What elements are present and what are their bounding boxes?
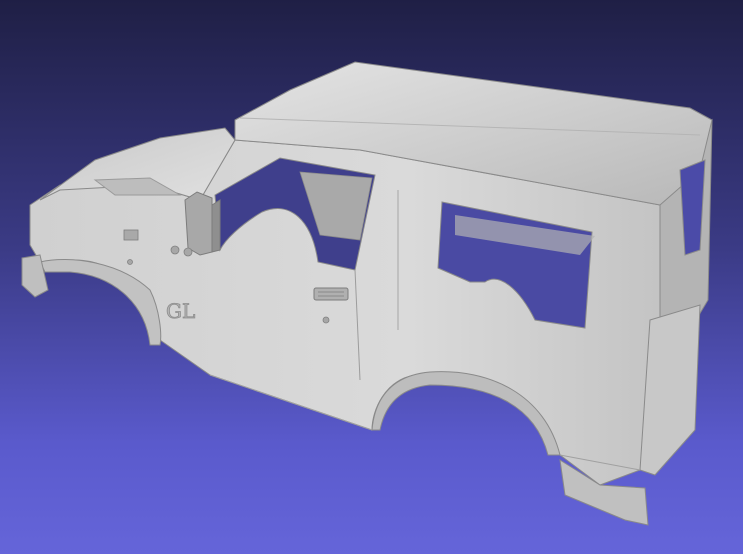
car-body-mesh[interactable]: GL <box>0 0 743 554</box>
door-handle <box>313 287 349 301</box>
3d-viewport[interactable]: GL <box>0 0 743 554</box>
model-badge: GL <box>166 299 195 323</box>
side-mirror <box>184 191 213 256</box>
